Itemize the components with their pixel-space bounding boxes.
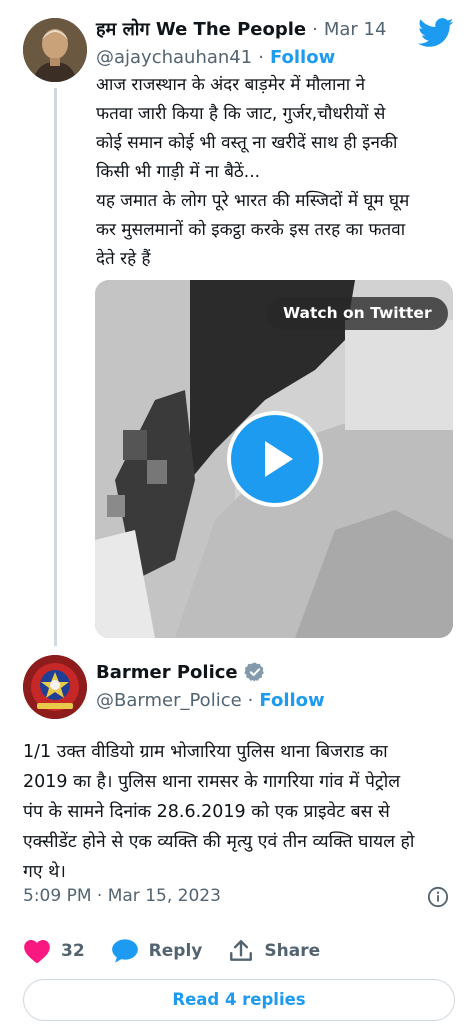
tweet-text: आज राजस्थान के अंदर बाड़मेर में मौलाना न… (96, 75, 410, 269)
like-count: 32 (61, 941, 85, 961)
avatar[interactable] (23, 655, 87, 719)
tweet-timestamp[interactable]: 5:09 PM · Mar 15, 2023 (23, 886, 221, 906)
avatar-portrait (23, 18, 87, 82)
separator: · (247, 690, 254, 711)
follow-button[interactable]: Follow (270, 47, 335, 68)
reply-tweet-handle-row: @Barmer_Police · Follow (96, 690, 325, 711)
reply-label: Reply (148, 941, 203, 961)
read-replies-button[interactable]: Read 4 replies (23, 979, 455, 1021)
share-upload-icon (230, 940, 253, 961)
heart-icon (24, 940, 50, 964)
play-icon (265, 441, 293, 477)
reply-tweet-header: Barmer Police (96, 661, 266, 683)
follow-button[interactable]: Follow (259, 690, 324, 711)
display-name[interactable]: हम लोग We The People (96, 17, 306, 41)
speech-bubble-icon (111, 939, 138, 963)
user-handle[interactable]: @ajaychauhan41 (96, 47, 252, 68)
separator: · (312, 18, 318, 40)
watch-on-twitter-button[interactable]: Watch on Twitter (267, 297, 448, 330)
verified-badge-icon (244, 662, 264, 682)
video-player[interactable]: Watch on Twitter (95, 280, 453, 638)
user-handle[interactable]: @Barmer_Police (96, 690, 242, 711)
share-button[interactable]: Share (228, 938, 320, 964)
twitter-bird-icon[interactable] (418, 18, 454, 48)
share-label: Share (264, 941, 321, 961)
display-name[interactable]: Barmer Police (96, 662, 238, 683)
police-emblem-logo (23, 655, 87, 719)
tweet-action-bar: 32 Reply Share (23, 938, 320, 964)
quoted-tweet-header: हम लोग We The People · Mar 14 (96, 17, 386, 41)
reply-button[interactable]: Reply (111, 938, 203, 964)
play-button[interactable] (227, 411, 323, 507)
thread-line (54, 88, 57, 646)
quoted-tweet-handle-row: @ajaychauhan41 · Follow (96, 47, 335, 68)
tweet-text: 1/1 उक्त वीडियो ग्राम भोजारिया पुलिस थान… (23, 742, 415, 882)
avatar[interactable] (23, 18, 87, 82)
info-icon[interactable] (427, 886, 449, 908)
tweet-date[interactable]: Mar 14 (324, 19, 387, 40)
like-button[interactable]: 32 (23, 938, 85, 964)
separator: · (258, 47, 264, 68)
